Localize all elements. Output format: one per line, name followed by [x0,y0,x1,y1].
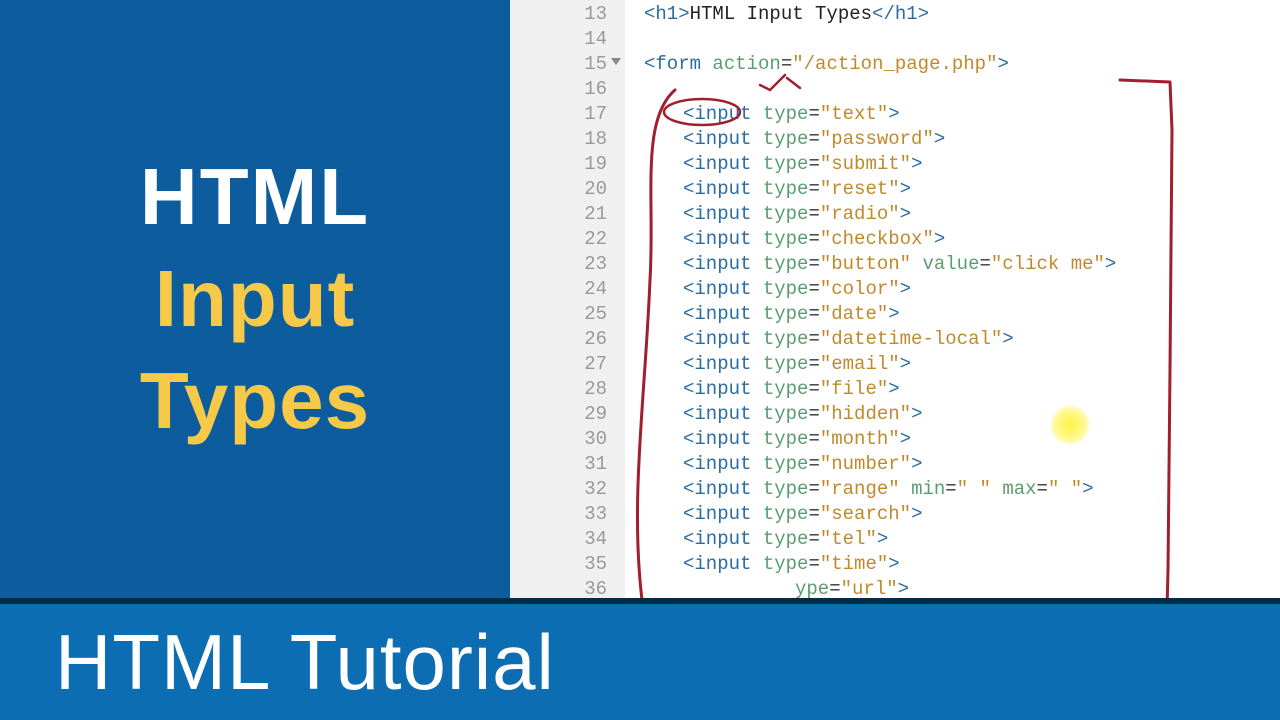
line-number: 28 [510,377,607,402]
line-number: 14 [510,27,607,52]
line-number: 34 [510,527,607,552]
title-panel: HTML Input Types [0,0,510,598]
line-number: 22 [510,227,607,252]
code-line[interactable]: <input type="file"> [625,377,1280,402]
line-number: 15 [510,52,607,77]
code-line[interactable]: <input type="radio"> [625,202,1280,227]
line-number: 27 [510,352,607,377]
title-line-3: Types [140,355,370,447]
code-line[interactable]: <input type="checkbox"> [625,227,1280,252]
footer-bar: HTML Tutorial [0,598,1280,720]
line-number: 32 [510,477,607,502]
title-line-1: HTML [140,151,370,243]
line-number: 23 [510,252,607,277]
line-number: 24 [510,277,607,302]
code-area[interactable]: <h1>HTML Input Types</h1> <form action="/… [625,2,1280,627]
code-line[interactable]: <input type="submit"> [625,152,1280,177]
line-number: 13 [510,2,607,27]
line-number: 20 [510,177,607,202]
code-line[interactable]: <input type="button" value="click me"> [625,252,1280,277]
code-line[interactable]: <input type="reset"> [625,177,1280,202]
line-number: 31 [510,452,607,477]
code-line[interactable]: <input type="time"> [625,552,1280,577]
code-line[interactable]: <input type="search"> [625,502,1280,527]
line-number: 30 [510,427,607,452]
code-line[interactable]: <input type="password"> [625,127,1280,152]
line-number: 35 [510,552,607,577]
title-line-2: Input [155,253,355,345]
code-line[interactable]: <input type="date"> [625,302,1280,327]
code-line[interactable]: <input type="month"> [625,427,1280,452]
line-number: 21 [510,202,607,227]
code-line[interactable]: <input type="range" min=" " max=" "> [625,477,1280,502]
line-number: 33 [510,502,607,527]
footer-title: HTML Tutorial [55,617,555,708]
code-line[interactable]: <h1>HTML Input Types</h1> [625,2,1280,27]
line-number: 25 [510,302,607,327]
cursor-highlight-icon [1050,405,1090,445]
line-number: 17 [510,102,607,127]
fold-icon[interactable] [611,58,621,65]
line-number: 16 [510,77,607,102]
line-number: 19 [510,152,607,177]
code-line[interactable]: <input type="hidden"> [625,402,1280,427]
code-line[interactable]: <form action="/action_page.php"> [625,52,1280,77]
code-line[interactable]: <input type="number"> [625,452,1280,477]
line-number: 18 [510,127,607,152]
code-line[interactable]: <input type="email"> [625,352,1280,377]
code-line[interactable] [625,77,1280,102]
line-number: 26 [510,327,607,352]
code-line[interactable]: <input type="datetime-local"> [625,327,1280,352]
line-number: 29 [510,402,607,427]
code-line[interactable]: <input type="color"> [625,277,1280,302]
code-line[interactable] [625,27,1280,52]
code-line[interactable]: <input type="tel"> [625,527,1280,552]
code-line[interactable]: <input type="text"> [625,102,1280,127]
